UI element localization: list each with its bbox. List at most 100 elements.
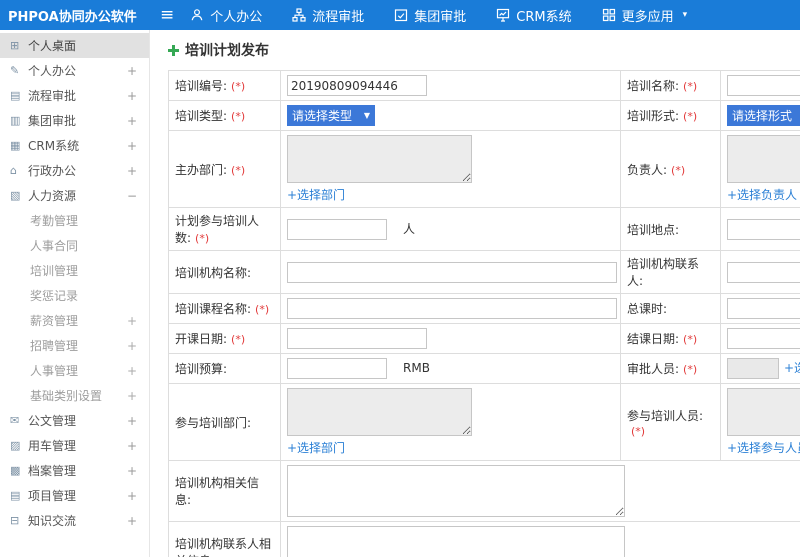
sidebar-item-crm-system[interactable]: ▦ CRM系统 +: [0, 133, 149, 158]
expand-plus-icon[interactable]: +: [127, 464, 137, 478]
field-cell: RMB: [280, 353, 621, 384]
expand-plus-icon[interactable]: +: [127, 414, 137, 428]
expand-plus-icon[interactable]: +: [127, 139, 137, 153]
end-date-input[interactable]: [727, 328, 800, 349]
sidebar: ⊞ 个人桌面 ✎ 个人办公 + ▤ 流程审批 + ▥ 集团审批 + ▦ CRM系统 + ⌂ 行政办公 + ▧ 人力资…: [0, 30, 150, 557]
participants-textarea[interactable]: [727, 388, 800, 436]
expand-plus-icon[interactable]: +: [127, 64, 137, 78]
main-content: 培训计划发布 培训编号:(*)培训名称:(*)培训类型:(*)请选择类型▼培训形…: [150, 30, 800, 557]
course-name-input[interactable]: [287, 298, 617, 319]
field-label: 培训机构联系人相关信息:: [168, 521, 281, 557]
expand-plus-icon[interactable]: +: [127, 114, 137, 128]
topnav-item-crm-system[interactable]: CRM系统: [496, 6, 572, 25]
leader-textarea[interactable]: [727, 135, 800, 183]
training-org-info-textarea[interactable]: [287, 465, 625, 517]
field-label: 参与培训人员:(*): [620, 383, 721, 461]
sidebar-item-knowledge-exchange[interactable]: ⊟ 知识交流 +: [0, 508, 149, 533]
sidebar-item-training-mgmt[interactable]: 培训管理: [0, 258, 149, 283]
training-org-name-input[interactable]: [287, 261, 617, 283]
field-label: 开课日期: (*): [168, 323, 281, 354]
archive-icon: ▩: [10, 464, 21, 477]
required-marker: (*): [231, 163, 246, 177]
sidebar-item-reward-punish-records[interactable]: 奖惩记录: [0, 283, 149, 308]
sidebar-item-label: 人事合同: [30, 239, 79, 253]
field-cell: [720, 323, 800, 354]
expand-plus-icon[interactable]: +: [127, 439, 137, 453]
sidebar-item-archive-mgmt[interactable]: ▩ 档案管理 +: [0, 458, 149, 483]
required-marker: (*): [255, 303, 270, 316]
field-label: 审批人员: (*): [620, 353, 721, 384]
required-marker: (*): [683, 80, 698, 93]
expand-plus-icon[interactable]: +: [127, 489, 137, 503]
sidebar-item-personal-desktop[interactable]: ⊞ 个人桌面: [0, 33, 149, 58]
sidebar-item-attendance-mgmt[interactable]: 考勤管理: [0, 208, 149, 233]
field-cell: [280, 521, 800, 557]
expand-plus-icon[interactable]: +: [127, 89, 137, 103]
menu-toggle-icon[interactable]: ≡: [160, 6, 174, 24]
field-cell: +选择负责人: [720, 130, 800, 208]
planned-participant-count-input[interactable]: [287, 218, 387, 240]
topnav-item-more-apps[interactable]: 更多应用 ▾: [602, 6, 687, 25]
topnav-item-label: 流程审批: [312, 9, 365, 25]
select-department-link[interactable]: +选择部门: [287, 188, 345, 202]
field-cell: +选择审批: [720, 353, 800, 384]
sidebar-item-salary-mgmt[interactable]: 薪资管理 +: [0, 308, 149, 333]
collapse-minus-icon[interactable]: −: [127, 189, 137, 203]
select-participants-link[interactable]: +选择参与人员: [727, 441, 800, 455]
topnav-item-process-approval[interactable]: 流程审批: [292, 6, 364, 25]
topbar: PHPOA协同办公软件 ≡ 个人办公 流程审批 集团审批 CRM系统 更多应用 ▾: [0, 0, 800, 30]
sidebar-item-project-mgmt[interactable]: ▤ 项目管理 +: [0, 483, 149, 508]
form-row: 培训机构相关信息:: [168, 460, 800, 522]
sidebar-item-process-approval[interactable]: ▤ 流程审批 +: [0, 83, 149, 108]
topnav-item-group-approval[interactable]: 集团审批: [394, 6, 466, 25]
expand-plus-icon[interactable]: +: [127, 364, 137, 378]
field-label: 培训机构名称:: [168, 250, 281, 294]
start-date-input[interactable]: [287, 328, 427, 349]
car-icon: ▨: [10, 439, 21, 452]
required-marker: (*): [631, 424, 646, 438]
sidebar-item-human-resources[interactable]: ▧ 人力资源 −: [0, 183, 149, 208]
required-marker: (*): [231, 80, 246, 93]
expand-plus-icon[interactable]: +: [127, 314, 137, 328]
training-location-input[interactable]: [727, 218, 800, 240]
sidebar-item-recruitment-mgmt[interactable]: 招聘管理 +: [0, 333, 149, 358]
topnav-item-label: 更多应用: [621, 9, 674, 25]
field-label: 培训机构联系人:: [620, 250, 721, 294]
sidebar-item-label: 奖惩记录: [30, 289, 79, 303]
approver-input[interactable]: [727, 358, 779, 379]
participating-departments-textarea[interactable]: [287, 388, 472, 436]
training-name-input[interactable]: [727, 75, 800, 96]
expand-plus-icon[interactable]: +: [127, 389, 137, 403]
training-form-select[interactable]: 请选择形式▼: [727, 105, 800, 126]
select-leader-link[interactable]: +选择负责人: [727, 188, 797, 202]
sidebar-item-label: CRM系统: [28, 139, 80, 153]
select-approver-link[interactable]: +选择审批: [784, 361, 800, 375]
form-row: 参与培训部门: +选择部门 参与培训人员:(*) +选择参与人员: [168, 383, 800, 461]
crm-icon: ▦: [10, 139, 21, 152]
host-department-textarea[interactable]: [287, 135, 472, 183]
field-label-text: 培训编号:: [175, 79, 228, 93]
training-org-contact-info-textarea[interactable]: [287, 526, 625, 557]
sidebar-item-admin-office[interactable]: ⌂ 行政办公 +: [0, 158, 149, 183]
sidebar-item-personal-office[interactable]: ✎ 个人办公 +: [0, 58, 149, 83]
sidebar-item-hr-contract[interactable]: 人事合同: [0, 233, 149, 258]
training-code-input[interactable]: [287, 75, 427, 96]
sidebar-item-label: 招聘管理: [30, 339, 79, 353]
expand-plus-icon[interactable]: +: [127, 339, 137, 353]
expand-plus-icon[interactable]: +: [127, 514, 137, 528]
sidebar-item-vehicle-mgmt[interactable]: ▨ 用车管理 +: [0, 433, 149, 458]
budget-input[interactable]: [287, 358, 387, 379]
topnav-item-personal-office[interactable]: 个人办公: [190, 6, 262, 25]
training-org-contact-input[interactable]: [727, 261, 800, 283]
form-row: 主办部门: (*) +选择部门 负责人: (*) +选择负责人: [168, 130, 800, 208]
training-type-select[interactable]: 请选择类型 ▼: [287, 105, 375, 126]
select-department-link[interactable]: +选择部门: [287, 441, 345, 455]
sidebar-item-base-category-settings[interactable]: 基础类别设置 +: [0, 383, 149, 408]
sidebar-item-document-mgmt[interactable]: ✉ 公文管理 +: [0, 408, 149, 433]
sidebar-item-personnel-mgmt[interactable]: 人事管理 +: [0, 358, 149, 383]
sidebar-item-group-approval[interactable]: ▥ 集团审批 +: [0, 108, 149, 133]
expand-plus-icon[interactable]: +: [127, 164, 137, 178]
required-marker: (*): [683, 363, 698, 376]
total-class-hours-input[interactable]: [727, 298, 800, 319]
more-apps-icon: [602, 8, 616, 22]
